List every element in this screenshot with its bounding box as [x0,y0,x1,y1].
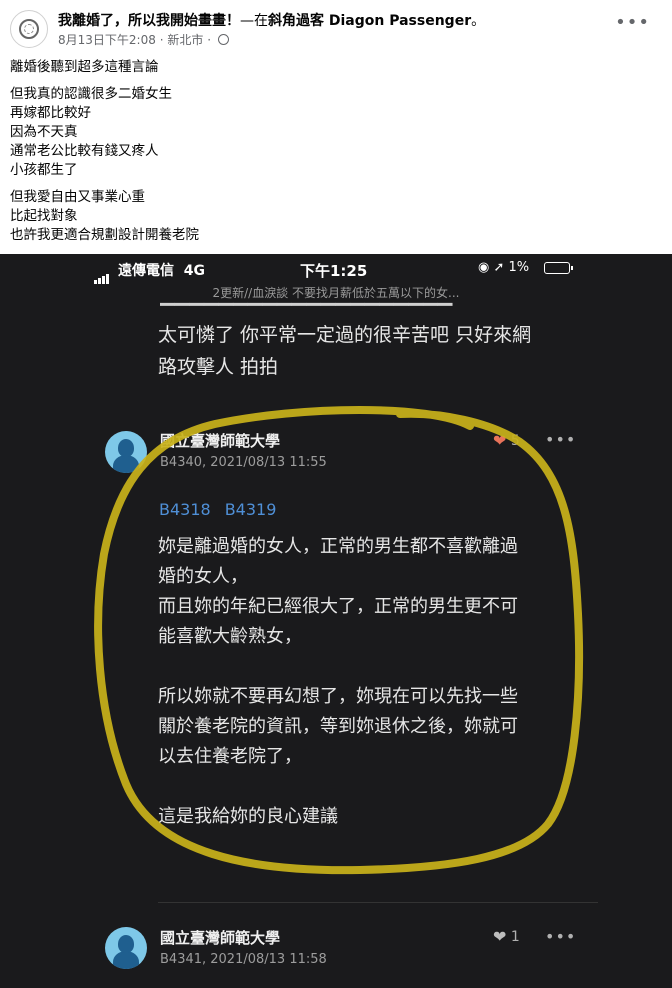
comment-more-button[interactable]: ••• [545,927,576,946]
phone-time: 下午1:25 [300,262,368,280]
post-paragraph: 但我愛自由又事業心重 比起找對象也許我更適合規劃設計開養老院 [10,188,650,245]
comment-divider [158,902,598,903]
post-line: 因為不天真 [10,124,78,140]
post-line: 再嫁都比較好 [10,105,91,121]
commenter-name[interactable]: 國立臺灣師範大學 [160,430,280,451]
post-body: 離婚後聽到超多這種言論 但我真的認識很多二婚女生 再嫁都比較好 因為不天真通常老公比較… [10,58,650,253]
heart-icon: ❤ [493,431,507,450]
previous-comment-cutoff: ▁▁▁▁▁▁▁▁▁▁▁▁▁▁▁▁▁▁▁▁ [160,294,453,306]
previous-comment-text: 太可憐了 你平常一定過的很辛苦吧 只好來網 路攻擊人 拍拍 [158,324,532,378]
commenter-name[interactable]: 國立臺灣師範大學 [160,927,280,948]
location-prefix: 在 [254,13,268,29]
avatar-emblem-inner-icon [24,24,34,34]
more-options-button[interactable]: ••• [615,12,650,33]
comment-line: 所以妳就不要再幻想了，妳現在可以先找一些 [158,686,518,707]
post-line: 比起找對象 [10,208,78,224]
comment-meta: B4340, 2021/08/13 11:55 [160,455,327,470]
like-count[interactable]: ❤ 5 [493,431,520,450]
comment-meta: B4341, 2021/08/13 11:58 [160,952,327,967]
post-line: 通常老公比較有錢又疼人 [10,143,159,159]
location-link[interactable]: 斜角過客 Diagon Passenger [268,13,471,29]
comment-more-button[interactable]: ••• [545,430,576,449]
post-header: 我離婚了，所以我開始畫畫！—在斜角過客 Diagon Passenger。 8月… [0,0,672,58]
status-icons: ◉ ➚ 1% [478,260,529,275]
comment-line: 妳是離過婚的女人，正常的男生都不喜歡離過 [158,536,518,557]
globe-icon [217,34,229,45]
location-arrow-icon: ➚ [493,260,505,275]
post-paragraph: 但我真的認識很多二婚女生 再嫁都比較好 因為不天真通常老公比較有錢又疼人 小孩都生了 [10,85,650,180]
signal-icon [94,265,110,284]
post-paragraph: 離婚後聽到超多這種言論 [10,58,650,77]
battery-percent: 1% [508,260,530,275]
lock-rotation-icon: ◉ [478,260,490,275]
comment-line: 關於養老院的資訊，等到妳退休之後，妳就可 [158,716,518,737]
comment-body: 妳是離過婚的女人，正常的男生都不喜歡離過 婚的女人， 而且妳的年紀已經很大了，正常的… [158,532,598,832]
network-type: 4G [183,263,205,279]
comment-line: 以去住養老院了， [158,746,302,767]
post-line: 小孩都生了 [10,162,78,178]
like-count[interactable]: ❤ 1 [493,927,520,946]
post-title-text[interactable]: 我離婚了，所以我開始畫畫！ [58,13,240,29]
post-meta: 8月13日下午2:08 · 新北市 · [58,31,229,48]
battery-icon [544,262,573,274]
page-avatar[interactable] [10,10,48,48]
reply-tag-link[interactable]: B4319 [225,500,277,519]
reply-tags: B4318 B4319 [159,500,290,519]
phone-status-bar: 遠傳電信 4G 下午1:25 ◉ ➚ 1% [0,254,672,284]
comment-line: 這是我給妳的良心建議 [158,806,338,827]
carrier-name: 遠傳電信 [118,263,174,279]
commenter-avatar[interactable] [105,431,147,473]
commenter-avatar[interactable] [105,927,147,969]
comment-line: 能喜歡大齡熟女， [158,626,302,647]
heart-icon: ❤ [493,927,507,946]
post-line: 離婚後聽到超多這種言論 [10,59,159,75]
comment-line: 婚的女人， [158,566,248,587]
comment-line: 而且妳的年紀已經很大了，正常的男生更不可 [158,596,518,617]
post-title[interactable]: 我離婚了，所以我開始畫畫！—在斜角過客 Diagon Passenger。 [58,10,485,30]
post-line: 也許我更適合規劃設計開養老院 [10,227,199,243]
post-line: 但我愛自由又事業心重 [10,189,145,205]
reply-tag-link[interactable]: B4318 [159,500,211,519]
post-line: 但我真的認識很多二婚女生 [10,86,172,102]
post-place: 新北市 [167,33,204,47]
embedded-screenshot: 遠傳電信 4G 下午1:25 ◉ ➚ 1% 2更新//血淚談 不要找月薪低於五萬… [0,254,672,988]
post-date[interactable]: 8月13日下午2:08 [58,33,156,47]
